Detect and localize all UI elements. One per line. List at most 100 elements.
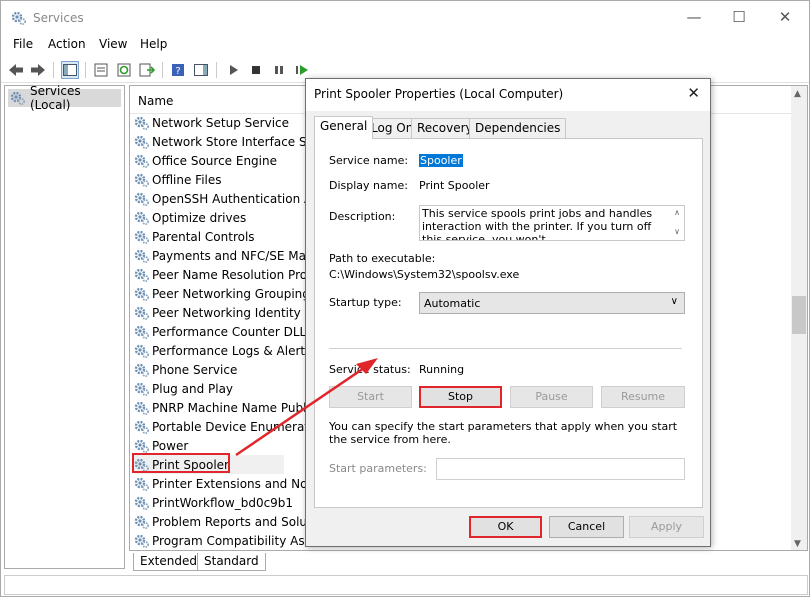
vertical-scrollbar[interactable]: ▲ ▼ <box>791 86 807 550</box>
chevron-up-icon[interactable]: ∧ <box>670 206 684 219</box>
service-row[interactable]: Peer Name Resolution Protoc <box>134 265 326 284</box>
service-row[interactable]: Network Setup Service <box>134 113 289 132</box>
service-row[interactable]: Offline Files <box>134 170 222 189</box>
service-row[interactable]: Performance Logs & Alerts <box>134 341 311 360</box>
dialog-close-button[interactable]: ✕ <box>687 84 700 102</box>
dialog-title-bar: Print Spooler Properties (Local Computer… <box>306 79 710 111</box>
service-gear-icon <box>134 439 149 453</box>
service-row[interactable]: Payments and NFC/SE Manag <box>134 246 329 265</box>
service-row-label: Network Setup Service <box>152 115 290 130</box>
start-service-icon[interactable] <box>224 61 242 79</box>
service-row[interactable]: OpenSSH Authentication Age <box>134 189 327 208</box>
apply-button[interactable]: Apply <box>629 516 704 538</box>
startup-type-select[interactable]: Automatic ∨ <box>419 292 685 314</box>
ok-button[interactable]: OK <box>469 516 542 538</box>
service-row-label: Program Compatibility Assist <box>152 533 326 548</box>
service-row[interactable]: Parental Controls <box>134 227 255 246</box>
toolbar-separator <box>85 62 86 78</box>
service-gear-icon <box>134 382 149 396</box>
status-bar <box>4 575 808 595</box>
tab-dependencies[interactable]: Dependencies <box>469 118 567 138</box>
service-row[interactable]: Network Store Interface Servi <box>134 132 329 151</box>
services-gear-icon <box>11 11 26 25</box>
stop-service-icon[interactable] <box>247 61 265 79</box>
service-gear-icon <box>134 249 149 263</box>
service-name-value[interactable]: Spooler <box>419 154 463 167</box>
service-gear-icon <box>134 211 149 225</box>
description-box[interactable]: This service spools print jobs and handl… <box>419 205 685 241</box>
back-icon[interactable] <box>7 61 25 79</box>
show-console-tree-icon[interactable] <box>61 61 79 79</box>
service-row-label: Optimize drives <box>152 210 247 225</box>
service-row[interactable]: Performance Counter DLL Ho <box>134 322 326 341</box>
scrollbar-thumb[interactable] <box>792 296 806 334</box>
tab-extended[interactable]: Extended <box>133 553 204 571</box>
stop-button[interactable]: Stop <box>419 386 502 408</box>
scroll-down-arrow-icon[interactable]: ▼ <box>794 539 801 549</box>
export-list-icon[interactable] <box>138 61 156 79</box>
service-gear-icon <box>134 306 149 320</box>
start-parameters-hint: You can specify the start parameters tha… <box>329 420 678 446</box>
properties-icon[interactable] <box>92 61 110 79</box>
service-gear-icon <box>134 420 149 434</box>
service-row-label: Peer Name Resolution Protoc <box>152 267 326 282</box>
service-gear-icon <box>134 325 149 339</box>
chevron-down-icon[interactable]: ∨ <box>670 225 684 238</box>
general-tab-panel: Service name: Spooler Display name: Prin… <box>314 138 703 508</box>
service-name-label: Service name: <box>329 154 409 167</box>
service-row[interactable]: Optimize drives <box>134 208 246 227</box>
service-row[interactable]: Problem Reports and Solutior <box>134 512 327 531</box>
scroll-up-arrow-icon[interactable]: ▲ <box>794 89 801 99</box>
description-scrollbar[interactable]: ∧ ∨ <box>670 206 684 240</box>
service-row-label: Performance Counter DLL Ho <box>152 324 327 339</box>
service-gear-icon <box>134 230 149 244</box>
column-header-name[interactable]: Name <box>138 94 173 108</box>
service-row[interactable]: Phone Service <box>134 360 237 379</box>
service-row[interactable]: PrintWorkflow_bd0c9b1 <box>134 493 293 512</box>
pause-service-icon[interactable] <box>270 61 288 79</box>
start-button[interactable]: Start <box>329 386 412 408</box>
service-gear-icon <box>134 401 149 415</box>
menu-action[interactable]: Action <box>48 37 86 51</box>
service-row[interactable]: Office Source Engine <box>134 151 277 170</box>
refresh-icon[interactable] <box>115 61 133 79</box>
service-row[interactable]: Program Compatibility Assist <box>134 531 325 550</box>
service-gear-icon <box>134 154 149 168</box>
minimize-button[interactable]: — <box>671 1 717 35</box>
menu-view[interactable]: View <box>99 37 127 51</box>
close-button[interactable]: ✕ <box>762 1 808 35</box>
tree-item-services-local[interactable]: Services (Local) <box>8 84 121 112</box>
service-row[interactable]: Peer Networking Grouping <box>134 284 310 303</box>
menu-file[interactable]: File <box>13 37 33 51</box>
print-spooler-highlight-box <box>132 453 230 473</box>
help-icon[interactable]: ? <box>169 61 187 79</box>
service-row-label: Printer Extensions and Notific <box>152 476 330 491</box>
restart-service-icon[interactable] <box>293 61 311 79</box>
forward-icon[interactable] <box>29 61 47 79</box>
resume-button[interactable]: Resume <box>601 386 685 408</box>
service-gear-icon <box>134 515 149 529</box>
service-row-label: Parental Controls <box>152 229 255 244</box>
service-row-label: Phone Service <box>152 362 238 377</box>
cancel-button[interactable]: Cancel <box>549 516 624 538</box>
service-row[interactable]: Peer Networking Identity Mar <box>134 303 327 322</box>
service-row-label: Power <box>152 438 189 453</box>
action-pane-icon[interactable] <box>192 61 210 79</box>
service-gear-icon <box>134 344 149 358</box>
start-parameters-input[interactable] <box>436 458 685 480</box>
service-row-label: Payments and NFC/SE Manag <box>152 248 329 263</box>
view-tabs: Extended Standard <box>129 553 808 573</box>
service-row[interactable]: Portable Device Enumerator S <box>134 417 333 436</box>
properties-dialog: Print Spooler Properties (Local Computer… <box>305 78 711 547</box>
service-row[interactable]: PNRP Machine Name Publica <box>134 398 324 417</box>
menu-help[interactable]: Help <box>140 37 167 51</box>
maximize-button[interactable]: ☐ <box>716 1 762 35</box>
tab-standard[interactable]: Standard <box>197 553 266 571</box>
service-row[interactable]: Printer Extensions and Notific <box>134 474 330 493</box>
tab-general[interactable]: General <box>314 116 374 139</box>
pause-button[interactable]: Pause <box>510 386 593 408</box>
service-row[interactable]: Plug and Play <box>134 379 233 398</box>
display-name-value[interactable]: Print Spooler <box>419 179 490 192</box>
service-row-label: Problem Reports and Solutior <box>152 514 328 529</box>
startup-type-value: Automatic <box>424 297 481 310</box>
